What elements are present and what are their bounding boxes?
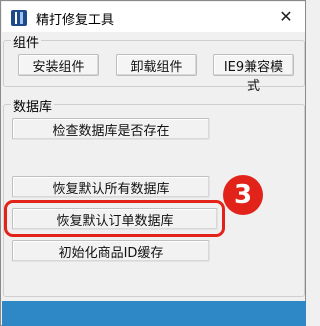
check-database-button[interactable]: 检查数据库是否存在 bbox=[12, 118, 210, 140]
bottom-bar bbox=[2, 301, 306, 326]
title-bar: 精打修复工具 ✕ bbox=[2, 2, 305, 32]
components-group-label: 组件 bbox=[11, 32, 42, 51]
close-icon[interactable]: ✕ bbox=[268, 4, 304, 30]
restore-all-databases-button[interactable]: 恢复默认所有数据库 bbox=[12, 176, 210, 198]
window-title: 精打修复工具 bbox=[36, 13, 115, 28]
app-icon bbox=[11, 10, 27, 26]
ie9-compat-button[interactable]: IE9兼容模式 bbox=[213, 54, 294, 94]
highlight-box bbox=[4, 200, 225, 237]
database-group-label: 数据库 bbox=[11, 96, 55, 115]
app-window: 精打修复工具 ✕ 组件 安装组件 卸载组件 IE9兼容模式 数据库 检查数据库是… bbox=[0, 0, 306, 326]
uninstall-components-button[interactable]: 卸载组件 bbox=[116, 54, 197, 76]
install-components-button[interactable]: 安装组件 bbox=[18, 54, 99, 76]
init-goods-id-cache-button[interactable]: 初始化商品ID缓存 bbox=[12, 240, 210, 262]
step-badge: 3 bbox=[223, 175, 263, 215]
